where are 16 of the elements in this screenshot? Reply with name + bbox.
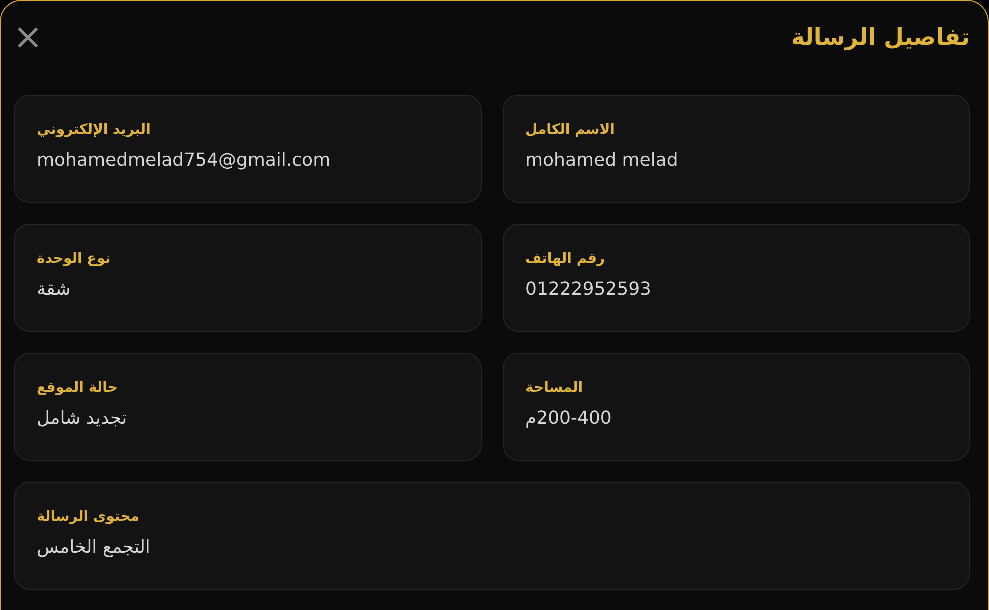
field-label: البريد الإلكتروني [37,122,151,138]
field-label: نوع الوحدة [37,251,111,267]
field-label: المساحة [526,380,584,396]
field-value: شقة [37,279,71,300]
field-label: الاسم الكامل [526,122,615,138]
field-value: 200-400م [526,408,612,429]
field-value: التجمع الخامس [37,537,150,558]
field-value: mohamed melad [526,150,678,171]
field-value: 01222952593 [526,279,652,300]
field-label: محتوى الرسالة [37,509,140,525]
dialog-title: تفاصيل الرسالة [791,25,970,51]
close-button[interactable]: × [11,23,46,53]
field-label: حالة الموقع [37,380,118,396]
field-label: رقم الهاتف [526,251,606,267]
field-value: mohamedmelad754@gmail.com [37,150,331,171]
field-value: تجديد شامل [37,408,128,429]
